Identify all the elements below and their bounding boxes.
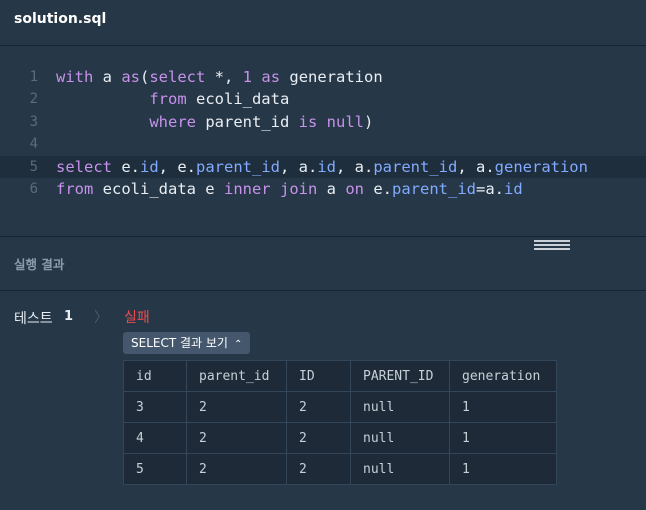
code-token: ( [140, 68, 150, 86]
table-cell: 2 [186, 422, 287, 454]
line-number: 5 [29, 159, 38, 175]
code-text: select e.id, e.parent_id, a.id, a.parent… [56, 156, 588, 178]
select-result-toggle-button[interactable]: SELECT 결과 보기 ⌃ [123, 332, 251, 354]
code-token: id [317, 158, 336, 176]
file-tab-bar: solution.sql [0, 0, 646, 46]
code-line[interactable]: 6 from ecoli_data e inner join a on e.par… [0, 178, 646, 200]
code-line[interactable]: 3 where parent_id is null) [0, 111, 646, 133]
test-label: 테스트 [14, 311, 53, 327]
code-token: from [149, 90, 187, 108]
code-line[interactable]: 4 [0, 133, 646, 155]
select-result-label: SELECT 결과 보기 [131, 336, 228, 350]
code-token: , a. [457, 158, 495, 176]
code-token: =a. [476, 180, 504, 198]
code-text: with a as(select *, 1 as generation [56, 66, 383, 88]
table-cell: 1 [449, 453, 557, 485]
code-token: , a. [336, 158, 374, 176]
line-number: 2 [29, 91, 38, 107]
code-token: from [56, 180, 94, 198]
code-line[interactable]: 2 from ecoli_data [0, 88, 646, 110]
code-token: as [261, 68, 281, 86]
table-cell: 5 [123, 453, 187, 485]
code-token: id [504, 180, 523, 198]
code-token: null [326, 113, 364, 131]
table-header-row: id parent_id ID PARENT_ID generation [123, 360, 557, 392]
test-status: 실패 [124, 310, 150, 326]
code-token: ecoli_data [186, 90, 290, 108]
result-title: 실행 결과 [14, 257, 65, 272]
line-number: 6 [29, 181, 38, 197]
code-token: parent_id [373, 158, 458, 176]
code-token: parent_id [196, 113, 299, 131]
code-token: is [298, 113, 318, 131]
table-cell: 2 [186, 391, 287, 423]
table-cell: null [350, 453, 450, 485]
column-header: id [123, 360, 187, 392]
table-cell: 4 [123, 422, 187, 454]
table-cell: 3 [123, 391, 187, 423]
table-cell: 1 [449, 422, 557, 454]
code-token: parent_id [392, 180, 476, 198]
code-text: from ecoli_data [56, 88, 289, 110]
column-header: generation [449, 360, 557, 392]
code-token: , a. [280, 158, 318, 176]
table-cell: null [350, 422, 450, 454]
chevron-up-icon: ⌃ [233, 339, 243, 350]
code-token: , e. [158, 158, 196, 176]
chevron-right-icon: 〉 [94, 310, 108, 326]
code-token: inner [223, 180, 271, 198]
line-number: 3 [29, 114, 38, 130]
line-number: 4 [29, 136, 38, 152]
table-cell: 2 [286, 453, 351, 485]
code-token: ) [364, 113, 374, 131]
code-token: parent_id [196, 158, 280, 176]
table-cell: 2 [286, 391, 351, 423]
code-token: id [140, 158, 159, 176]
line-number: 1 [29, 69, 38, 85]
code-token: e. [112, 158, 140, 176]
code-text: from ecoli_data e inner join a on e.pare… [56, 178, 523, 200]
code-token: generation [280, 68, 383, 86]
table-cell: null [350, 391, 450, 423]
table-cell: 2 [186, 453, 287, 485]
code-token: 1 [242, 68, 253, 86]
code-token: a [93, 68, 122, 86]
table-row: 5 2 2 null 1 [123, 453, 557, 485]
column-header: ID [286, 360, 351, 392]
code-editor[interactable]: 1 with a as(select *, 1 as generation 2 fr… [0, 47, 646, 236]
table-cell: 1 [449, 391, 557, 423]
code-token: select [149, 68, 206, 86]
code-token: with [56, 68, 94, 86]
table-cell: 2 [286, 422, 351, 454]
code-token: join [280, 180, 318, 198]
code-token: where [149, 113, 196, 131]
code-token: *, [205, 68, 243, 86]
test-number: 1 [64, 309, 74, 324]
code-token: e. [364, 180, 392, 198]
code-token: as [121, 68, 140, 86]
file-name: solution.sql [14, 11, 107, 27]
code-token: ecoli_data e [93, 180, 224, 198]
table-row: 3 2 2 null 1 [123, 391, 557, 423]
column-header: parent_id [186, 360, 287, 392]
code-text: where parent_id is null) [56, 111, 373, 133]
code-token: on [345, 180, 364, 198]
table-row: 4 2 2 null 1 [123, 422, 557, 454]
code-line[interactable]: 5 select e.id, e.parent_id, a.id, a.paren… [0, 156, 646, 178]
code-line[interactable]: 1 with a as(select *, 1 as generation [0, 66, 646, 88]
result-table: id parent_id ID PARENT_ID generation 3 2 2 null… [123, 360, 557, 485]
column-header: PARENT_ID [350, 360, 450, 392]
code-token: select [56, 158, 112, 176]
code-token: a [317, 180, 346, 198]
resize-handle-icon[interactable] [534, 240, 570, 250]
code-token: generation [494, 158, 588, 176]
